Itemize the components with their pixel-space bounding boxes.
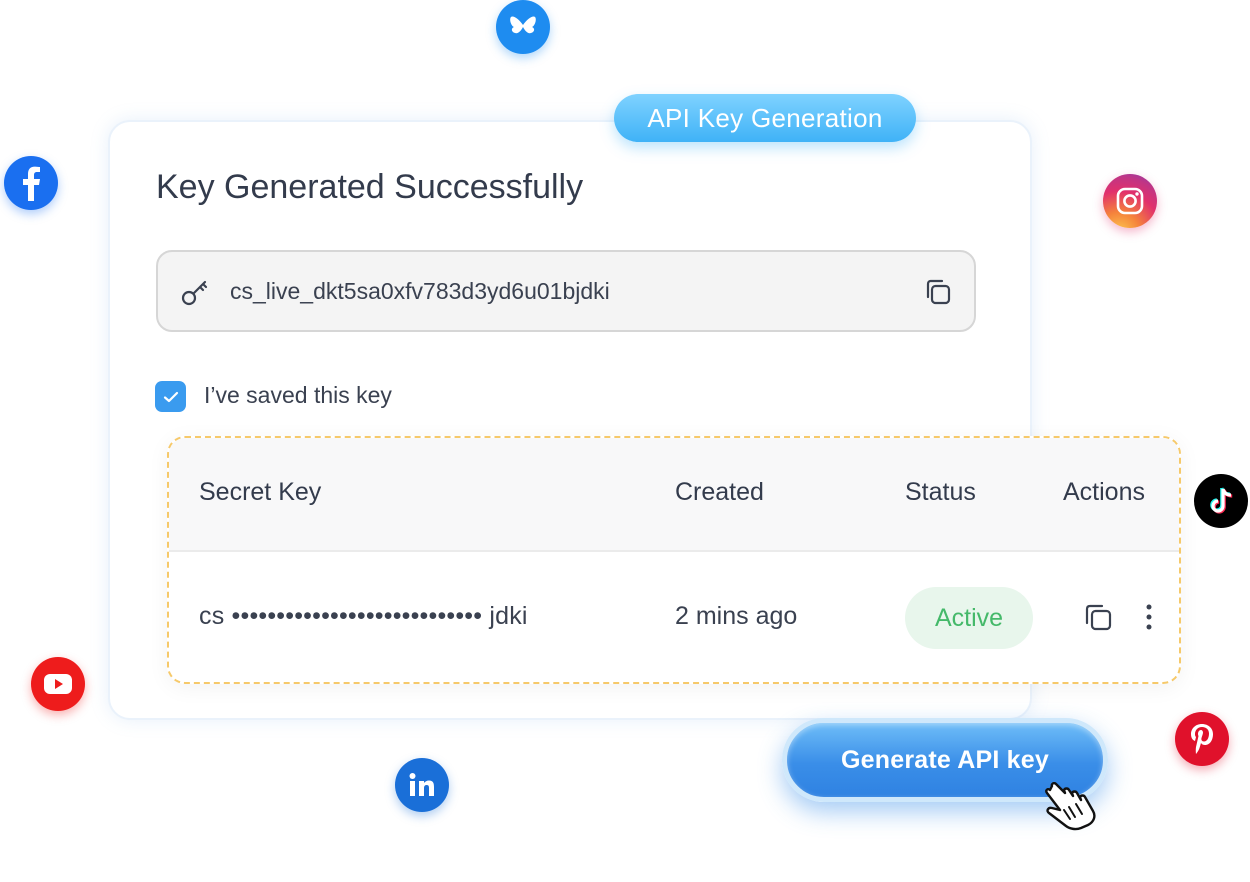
header-actions: Actions (1063, 478, 1145, 506)
header-secret-key: Secret Key (199, 478, 322, 506)
api-key-value: cs_live_dkt5sa0xfv783d3yd6u01bjdki (230, 278, 610, 304)
api-keys-table: Secret Key Created Status Actions cs •••… (167, 436, 1181, 684)
key-icon (181, 280, 208, 306)
facebook-icon[interactable] (4, 156, 58, 210)
instagram-icon[interactable] (1103, 174, 1157, 228)
hand-cursor-icon (1045, 782, 1096, 831)
tiktok-icon[interactable] (1194, 474, 1248, 528)
masked-secret-key: cs •••••••••••••••••••••••••••• jdki (199, 602, 528, 630)
created-time: 2 mins ago (675, 602, 798, 630)
header-created: Created (675, 478, 764, 506)
youtube-icon[interactable] (31, 657, 85, 711)
api-key-generation-badge: API Key Generation (614, 94, 916, 142)
bluesky-icon[interactable] (496, 0, 550, 54)
card-title: Key Generated Successfully (156, 168, 584, 206)
status-badge: Active (905, 587, 1033, 649)
more-options-icon[interactable] (1141, 602, 1157, 632)
table-header: Secret Key Created Status Actions (169, 438, 1179, 552)
checkmark-icon (163, 391, 178, 402)
copy-icon[interactable] (922, 276, 954, 308)
copy-icon[interactable] (1081, 600, 1115, 634)
api-key-field[interactable]: cs_live_dkt5sa0xfv783d3yd6u01bjdki (156, 250, 976, 332)
linkedin-icon[interactable] (395, 758, 449, 812)
saved-key-label: I’ve saved this key (204, 382, 392, 408)
pinterest-icon[interactable] (1175, 712, 1229, 766)
saved-key-checkbox[interactable] (155, 381, 186, 412)
header-status: Status (905, 478, 976, 506)
